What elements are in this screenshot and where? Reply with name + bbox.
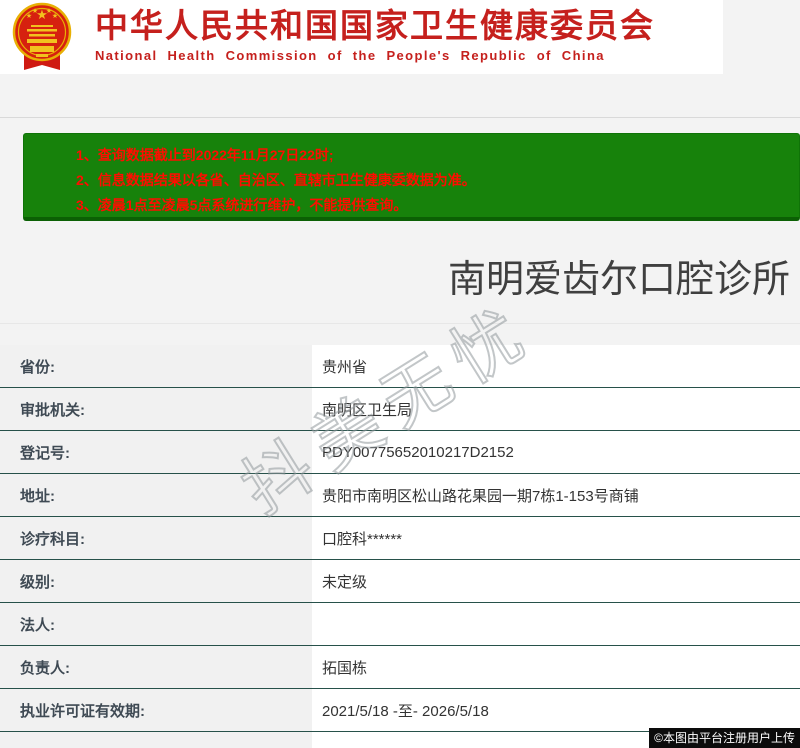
- table-row-legal-person: 法人:: [0, 603, 800, 646]
- field-value: PDY00775652010217D2152: [312, 431, 800, 473]
- field-value: 贵阳市南明区松山路花果园一期7栋1-153号商铺: [312, 474, 800, 516]
- field-value: 拓国栋: [312, 646, 800, 688]
- field-label: 审批机关:: [0, 388, 312, 430]
- table-row-person-in-charge: 负责人: 拓国栋: [0, 646, 800, 689]
- notice-line-2: 2、信息数据结果以各省、自治区、直辖市卫生健康委数据为准。: [76, 172, 476, 188]
- table-row-license-validity: 执业许可证有效期: 2021/5/18 -至- 2026/5/18: [0, 689, 800, 732]
- notice-box: 1、查询数据截止到2022年11月27日22时; 2、信息数据结果以各省、自治区…: [23, 133, 800, 221]
- field-label: [0, 732, 312, 748]
- nhc-query-result-page: ★ ★ ★ ★ ★ 中华人民共和国国家卫生健康委员会 National Heal…: [0, 0, 800, 748]
- field-value: 贵州省: [312, 345, 800, 387]
- table-row-address: 地址: 贵阳市南明区松山路花果园一期7栋1-153号商铺: [0, 474, 800, 517]
- field-value: 未定级: [312, 560, 800, 602]
- section-divider: [0, 323, 800, 324]
- site-title-en: National Health Commission of the People…: [95, 48, 605, 63]
- table-row-level: 级别: 未定级: [0, 560, 800, 603]
- site-title-cn: 中华人民共和国国家卫生健康委员会: [95, 7, 655, 44]
- site-header: ★ ★ ★ ★ ★ 中华人民共和国国家卫生健康委员会 National Heal…: [0, 0, 723, 74]
- upload-credit-badge: ©本图由平台注册用户上传: [649, 728, 800, 748]
- notice-line-3: 3、凌晨1点至凌晨5点系统进行维护，不能提供查询。: [76, 197, 408, 213]
- table-row-registration-number: 登记号: PDY00775652010217D2152: [0, 431, 800, 474]
- site-header-text: 中华人民共和国国家卫生健康委员会 National Health Commiss…: [95, 6, 655, 63]
- table-row-treatment-subjects: 诊疗科目: 口腔科******: [0, 517, 800, 560]
- table-row-approval-authority: 审批机关: 南明区卫生局: [0, 388, 800, 431]
- clinic-info-table: 省份: 贵州省 审批机关: 南明区卫生局 登记号: PDY00775652010…: [0, 345, 800, 748]
- field-label: 登记号:: [0, 431, 312, 473]
- china-national-emblem-icon: ★ ★ ★ ★ ★: [12, 2, 72, 70]
- field-value: 2021/5/18 -至- 2026/5/18: [312, 689, 800, 731]
- field-label: 诊疗科目:: [0, 517, 312, 559]
- field-label: 负责人:: [0, 646, 312, 688]
- field-value: 口腔科******: [312, 517, 800, 559]
- field-label: 执业许可证有效期:: [0, 689, 312, 731]
- field-label: 地址:: [0, 474, 312, 516]
- clinic-name-title: 南明爱齿尔口腔诊所: [447, 259, 790, 301]
- field-label: 法人:: [0, 603, 312, 645]
- field-value: 南明区卫生局: [312, 388, 800, 430]
- header-divider: [0, 117, 800, 118]
- field-label: 省份:: [0, 345, 312, 387]
- table-row-province: 省份: 贵州省: [0, 345, 800, 388]
- field-value: [312, 603, 800, 645]
- field-label: 级别:: [0, 560, 312, 602]
- svg-text:★: ★: [52, 12, 58, 20]
- notice-line-1: 1、查询数据截止到2022年11月27日22时;: [76, 147, 334, 163]
